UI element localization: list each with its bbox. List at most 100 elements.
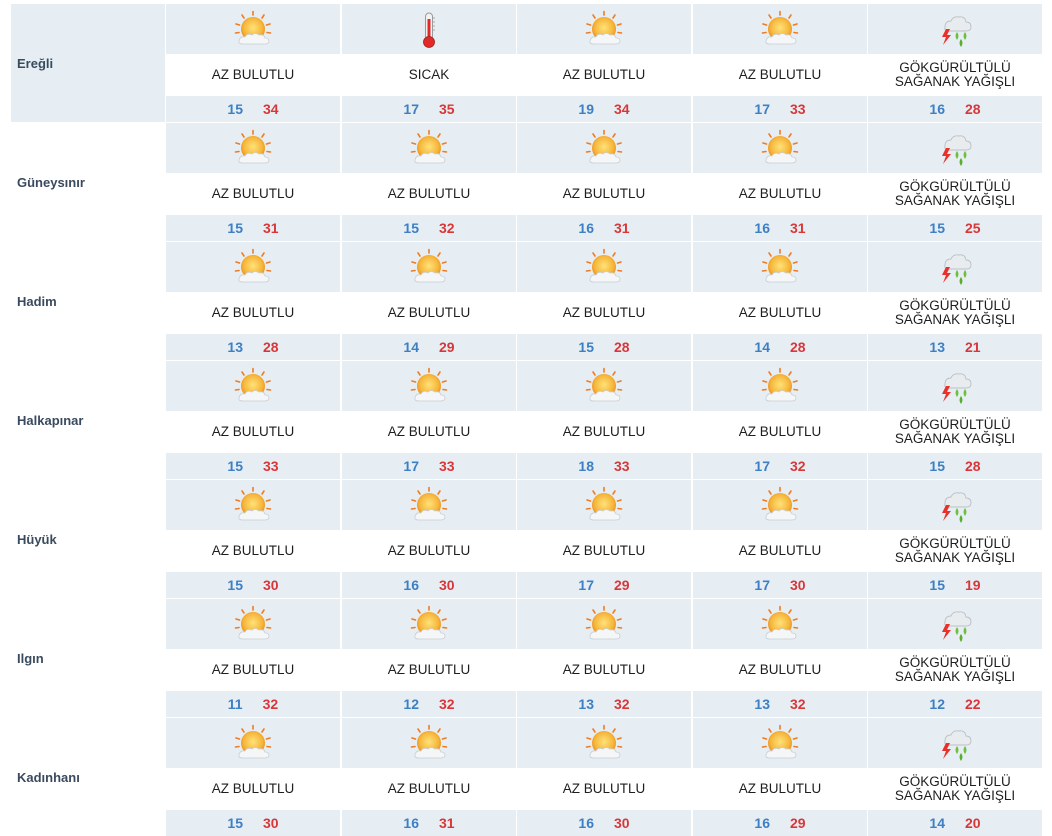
partly-cloudy-sun-icon: [760, 367, 800, 407]
min-temperature: 16: [403, 577, 419, 593]
condition-label: AZ BULUTLU: [387, 424, 471, 439]
condition-label: AZ BULUTLU: [562, 305, 646, 320]
min-temperature: 15: [403, 220, 419, 236]
icon-band: [342, 242, 516, 292]
condition-label: GÖKGÜRÜLTÜLÜ SAĞANAK YAĞIŞLI: [894, 417, 1016, 446]
icon-band: [342, 361, 516, 411]
forecast-day-cell: AZ BULUTLU 16 29: [693, 718, 867, 836]
condition-band: AZ BULUTLU: [693, 292, 867, 334]
icon-band: [166, 599, 340, 649]
max-temperature: 31: [263, 220, 279, 236]
condition-label: AZ BULUTLU: [738, 186, 822, 201]
condition-band: AZ BULUTLU: [517, 530, 691, 572]
max-temperature: 31: [614, 220, 630, 236]
forecast-day-cell: AZ BULUTLU 15 32: [342, 123, 516, 241]
icon-band: [166, 480, 340, 530]
icon-band: [517, 718, 691, 768]
icon-band: [517, 480, 691, 530]
max-temperature: 29: [614, 577, 630, 593]
icon-band: [517, 123, 691, 173]
forecast-day-cell: AZ BULUTLU 15 30: [166, 480, 340, 598]
condition-band: AZ BULUTLU: [693, 54, 867, 96]
min-temperature: 15: [227, 458, 243, 474]
icon-band: [166, 4, 340, 54]
condition-band: AZ BULUTLU: [166, 292, 340, 334]
max-temperature: 32: [439, 696, 455, 712]
condition-label: AZ BULUTLU: [562, 543, 646, 558]
forecast-day-cell: AZ BULUTLU 18 33: [517, 361, 691, 479]
min-temperature: 17: [403, 458, 419, 474]
condition-label: AZ BULUTLU: [211, 67, 295, 82]
max-temperature: 19: [965, 577, 981, 593]
condition-label: AZ BULUTLU: [562, 186, 646, 201]
forecast-day-cell: GÖKGÜRÜLTÜLÜ SAĞANAK YAĞIŞLI 16 28: [868, 4, 1042, 122]
temperature-band: 15 31: [166, 215, 340, 241]
max-temperature: 21: [965, 339, 981, 355]
thunderstorm-rain-icon: [935, 367, 975, 407]
temperature-band: 17 30: [693, 572, 867, 598]
max-temperature: 32: [614, 696, 630, 712]
city-row: Halkapınar AZ BULUTLU 15 33 AZ BULUTLU 17 33 AZ…: [11, 361, 1044, 479]
city-cell: Ereğli: [11, 4, 165, 122]
city-row: Kadınhanı AZ BULUTLU 15 30 AZ BULUTLU 16 31 AZ …: [11, 718, 1044, 836]
condition-band: AZ BULUTLU: [517, 173, 691, 215]
condition-label: AZ BULUTLU: [211, 662, 295, 677]
max-temperature: 32: [790, 696, 806, 712]
forecast-grid: Ereğli AZ BULUTLU 15 34 SICAK 17 35 AZ BULUTLU 1…: [11, 4, 1044, 836]
temperature-band: 13 28: [166, 334, 340, 360]
max-temperature: 25: [965, 220, 981, 236]
partly-cloudy-sun-icon: [409, 724, 449, 764]
partly-cloudy-sun-icon: [233, 367, 273, 407]
forecast-day-cell: AZ BULUTLU 13 28: [166, 242, 340, 360]
max-temperature: 32: [439, 220, 455, 236]
temperature-band: 15 32: [342, 215, 516, 241]
city-row: Hüyük AZ BULUTLU 15 30 AZ BULUTLU 16 30 AZ BULU…: [11, 480, 1044, 598]
condition-label: AZ BULUTLU: [387, 662, 471, 677]
condition-label: AZ BULUTLU: [387, 305, 471, 320]
condition-label: GÖKGÜRÜLTÜLÜ SAĞANAK YAĞIŞLI: [894, 60, 1016, 89]
forecast-day-cell: AZ BULUTLU 14 29: [342, 242, 516, 360]
partly-cloudy-sun-icon: [760, 724, 800, 764]
icon-band: [693, 361, 867, 411]
forecast-day-cell: AZ BULUTLU 15 33: [166, 361, 340, 479]
condition-label: GÖKGÜRÜLTÜLÜ SAĞANAK YAĞIŞLI: [894, 179, 1016, 208]
condition-label: AZ BULUTLU: [211, 186, 295, 201]
min-temperature: 15: [929, 220, 945, 236]
temperature-band: 17 32: [693, 453, 867, 479]
condition-band: AZ BULUTLU: [517, 768, 691, 810]
condition-label: AZ BULUTLU: [738, 67, 822, 82]
temperature-band: 16 30: [342, 572, 516, 598]
min-temperature: 16: [578, 220, 594, 236]
partly-cloudy-sun-icon: [760, 605, 800, 645]
condition-band: AZ BULUTLU: [517, 54, 691, 96]
forecast-day-cell: AZ BULUTLU 11 32: [166, 599, 340, 717]
icon-band: [868, 361, 1042, 411]
icon-band: [693, 480, 867, 530]
temperature-band: 15 33: [166, 453, 340, 479]
max-temperature: 20: [965, 815, 981, 831]
min-temperature: 16: [754, 815, 770, 831]
city-name: Güneysınır: [17, 175, 85, 190]
thunderstorm-rain-icon: [935, 10, 975, 50]
icon-band: [693, 242, 867, 292]
temperature-band: 14 28: [693, 334, 867, 360]
condition-label: GÖKGÜRÜLTÜLÜ SAĞANAK YAĞIŞLI: [894, 774, 1016, 803]
condition-band: AZ BULUTLU: [517, 292, 691, 334]
forecast-day-cell: GÖKGÜRÜLTÜLÜ SAĞANAK YAĞIŞLI 13 21: [868, 242, 1042, 360]
min-temperature: 16: [403, 815, 419, 831]
min-temperature: 13: [929, 339, 945, 355]
forecast-day-cell: AZ BULUTLU 17 32: [693, 361, 867, 479]
condition-band: AZ BULUTLU: [693, 411, 867, 453]
temperature-band: 16 30: [517, 810, 691, 836]
thunderstorm-rain-icon: [935, 248, 975, 288]
condition-label: AZ BULUTLU: [211, 781, 295, 796]
condition-band: AZ BULUTLU: [342, 411, 516, 453]
icon-band: [868, 480, 1042, 530]
min-temperature: 15: [929, 577, 945, 593]
condition-label: AZ BULUTLU: [211, 424, 295, 439]
max-temperature: 32: [262, 696, 279, 712]
temperature-band: 12 22: [868, 691, 1042, 717]
condition-label: AZ BULUTLU: [562, 662, 646, 677]
forecast-day-cell: AZ BULUTLU 17 29: [517, 480, 691, 598]
thunderstorm-rain-icon: [935, 724, 975, 764]
